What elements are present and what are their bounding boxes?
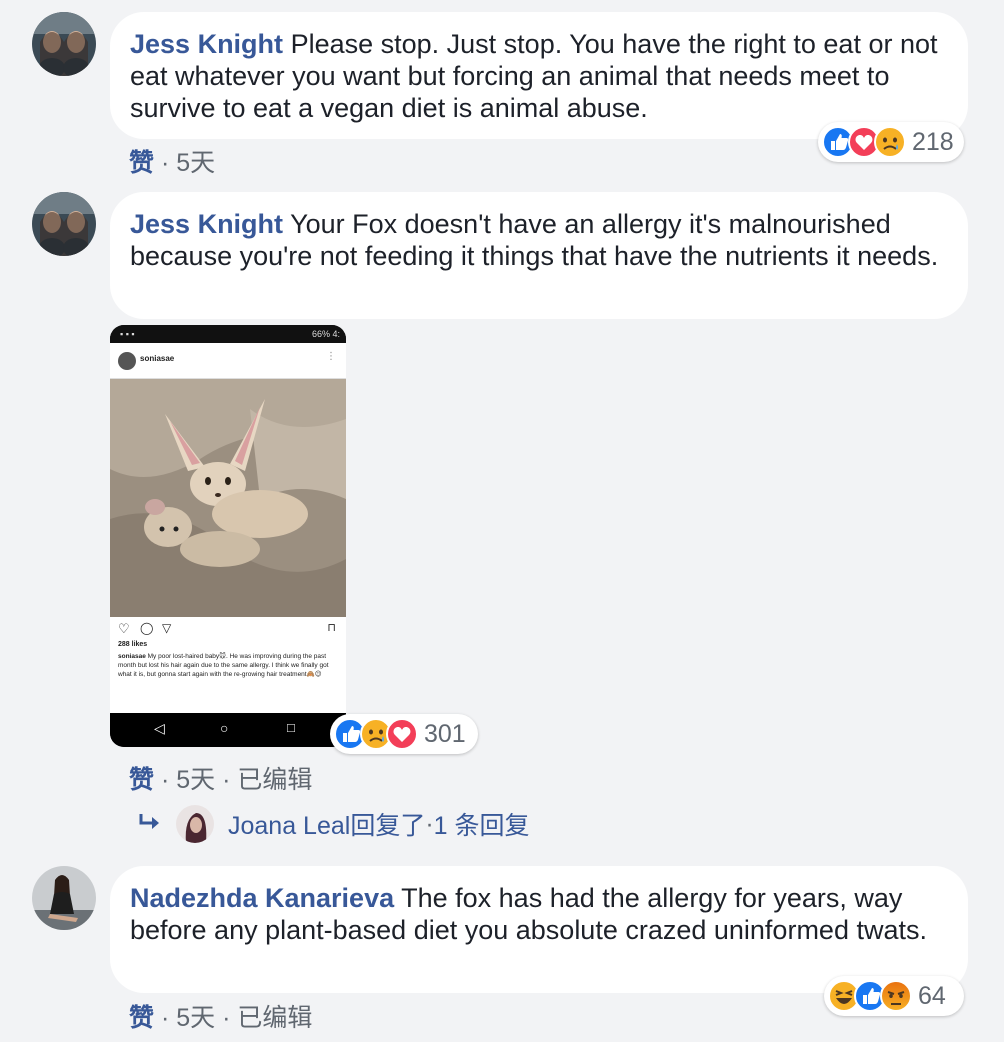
poster-username: soniasae bbox=[140, 354, 175, 363]
comment-bubble: Nadezhda Kanarieva The fox has had the a… bbox=[110, 866, 968, 993]
caption-user: soniasae bbox=[118, 653, 146, 660]
reply-arrow-icon bbox=[138, 810, 162, 839]
send-icon: ▽ bbox=[162, 621, 172, 635]
reaction-count: 218 bbox=[912, 127, 954, 156]
replies-count[interactable]: 1 条回复 bbox=[434, 806, 530, 842]
sad-icon bbox=[874, 126, 906, 158]
separator: · bbox=[154, 1004, 177, 1032]
reaction-count: 64 bbox=[918, 981, 946, 1010]
home-icon: ○ bbox=[220, 720, 229, 736]
comment-meta: 赞 · 5天 bbox=[129, 143, 215, 179]
fox-photo bbox=[110, 379, 346, 617]
attached-image[interactable]: ▪ ▪ ▪ 66% 4: soniasae ⋮ ♡ ◯ ▽ ⊓ 288 like… bbox=[110, 325, 346, 747]
caption-text: My poor lost-haired baby🐭. He was improv… bbox=[118, 653, 329, 678]
post-header: soniasae ⋮ bbox=[110, 343, 346, 379]
edited-label[interactable]: 已编辑 bbox=[237, 766, 312, 794]
heart-outline-icon: ♡ bbox=[118, 621, 130, 636]
like-button[interactable]: 赞 bbox=[129, 766, 154, 794]
view-replies-link[interactable]: Joana Leal回复了 · 1 条回复 bbox=[138, 802, 530, 846]
separator: · bbox=[215, 766, 238, 794]
post-caption: soniasae My poor lost-haired baby🐭. He w… bbox=[118, 652, 340, 679]
poster-avatar bbox=[118, 352, 136, 370]
comment-author[interactable]: Jess Knight bbox=[130, 29, 283, 59]
reactions-summary[interactable]: 218 bbox=[818, 122, 964, 162]
avatar[interactable] bbox=[32, 192, 96, 256]
recents-icon: □ bbox=[287, 720, 295, 735]
separator: · bbox=[215, 1004, 238, 1032]
like-button[interactable]: 赞 bbox=[129, 1004, 154, 1032]
like-button[interactable]: 赞 bbox=[129, 149, 154, 177]
timestamp[interactable]: 5天 bbox=[176, 1004, 215, 1032]
comment-meta: 赞 · 5天 · 已编辑 bbox=[129, 760, 312, 796]
reactions-summary[interactable]: 301 bbox=[330, 714, 478, 754]
back-icon: ◁ bbox=[154, 720, 165, 736]
bookmark-icon: ⊓ bbox=[327, 622, 336, 634]
reply-avatar bbox=[176, 805, 214, 843]
comment-bubble: Jess Knight Your Fox doesn't have an all… bbox=[110, 192, 968, 319]
status-icons: ▪ ▪ ▪ bbox=[120, 329, 135, 339]
comment-bubble: Jess Knight Please stop. Just stop. You … bbox=[110, 12, 968, 139]
status-battery: 66% 4: bbox=[311, 329, 340, 339]
post-footer: ♡ ◯ ▽ ⊓ 288 likes soniasae My poor lost-… bbox=[110, 617, 346, 713]
avatar[interactable] bbox=[32, 866, 96, 930]
reaction-count: 301 bbox=[424, 719, 466, 748]
angry-icon bbox=[880, 980, 912, 1012]
separator: · bbox=[154, 149, 177, 177]
separator: · bbox=[425, 809, 434, 838]
comment-outline-icon: ◯ bbox=[140, 621, 154, 635]
phone-status-bar: ▪ ▪ ▪ 66% 4: bbox=[110, 325, 346, 343]
timestamp[interactable]: 5天 bbox=[176, 766, 215, 794]
reactions-summary[interactable]: 64 bbox=[824, 976, 964, 1016]
edited-label[interactable]: 已编辑 bbox=[237, 1004, 312, 1032]
comment-author[interactable]: Jess Knight bbox=[130, 209, 283, 239]
separator: · bbox=[154, 766, 177, 794]
more-icon: ⋮ bbox=[326, 351, 336, 362]
phone-nav-bar: ◁ ○ □ bbox=[110, 713, 346, 747]
post-likes: 288 likes bbox=[118, 641, 148, 648]
comment-author[interactable]: Nadezhda Kanarieva bbox=[130, 883, 394, 913]
replies-label[interactable]: Joana Leal回复了 bbox=[228, 806, 425, 842]
comment-meta: 赞 · 5天 · 已编辑 bbox=[129, 998, 312, 1034]
avatar[interactable] bbox=[32, 12, 96, 76]
timestamp[interactable]: 5天 bbox=[176, 149, 215, 177]
love-icon bbox=[386, 718, 418, 750]
